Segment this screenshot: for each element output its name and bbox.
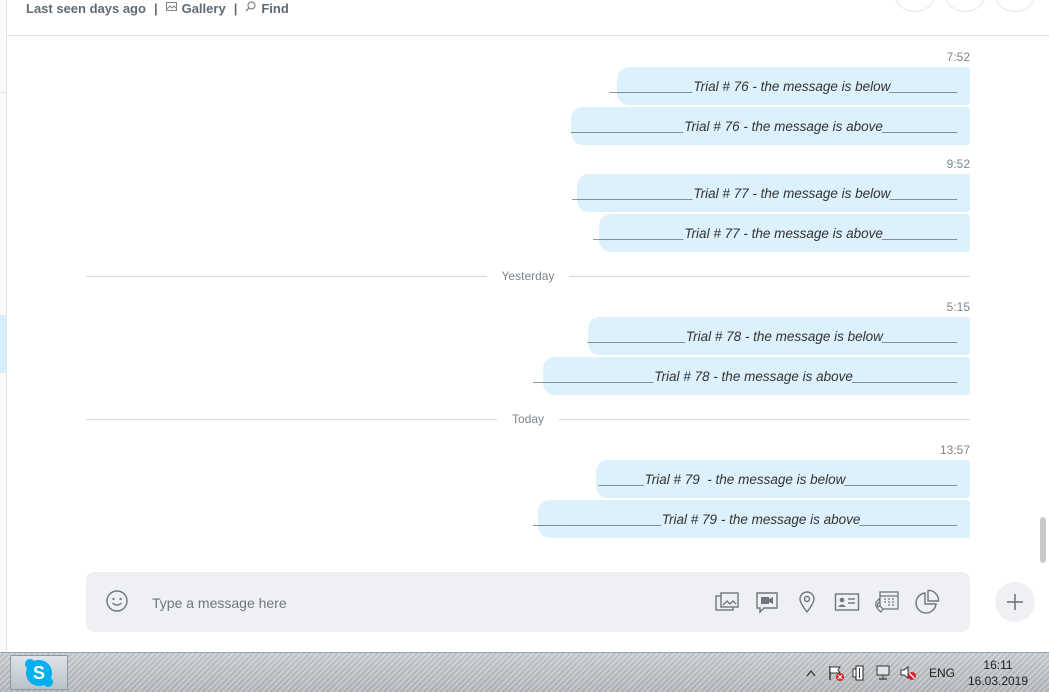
header-info-row: Last seen days ago | Gallery | Find	[26, 0, 289, 16]
volume-muted-icon[interactable]	[899, 653, 917, 692]
media-gallery-icon[interactable]	[714, 589, 740, 615]
message-input[interactable]	[150, 592, 674, 614]
search-icon	[245, 1, 256, 15]
network-icon[interactable]	[875, 653, 893, 692]
message-timestamp: 9:52	[946, 157, 970, 171]
message-bubble[interactable]: ______Trial # 79 - the message is below_…	[596, 460, 970, 498]
contact-card-icon[interactable]	[834, 589, 860, 615]
scrollbar-thumb[interactable]	[1040, 517, 1046, 563]
video-message-icon[interactable]	[754, 589, 780, 615]
message-bubble[interactable]: _________________Trial # 79 - the messag…	[534, 500, 970, 538]
message-timestamp: 13:57	[939, 443, 970, 457]
sidebar-edge	[0, 0, 7, 652]
message-bubble[interactable]: ____________Trial # 77 - the message is …	[594, 214, 970, 252]
date-divider-label: Yesterday	[501, 269, 555, 283]
message-bubble[interactable]: _____________Trial # 78 - the message is…	[588, 317, 970, 355]
header-call-button[interactable]	[895, 0, 935, 12]
skype-logo-icon: S	[25, 658, 53, 687]
add-more-button[interactable]	[995, 582, 1035, 622]
windows-taskbar: S ENG 16:11 16.03.2019	[0, 652, 1049, 692]
message-timestamp: 7:52	[946, 50, 970, 64]
message-bubble[interactable]: ________________Trial # 78 - the message…	[534, 357, 970, 395]
plus-icon	[1007, 594, 1023, 610]
sidebar-divider	[0, 92, 6, 93]
location-icon[interactable]	[794, 589, 820, 615]
message-bubble[interactable]: ___________Trial # 76 - the message is b…	[611, 67, 970, 105]
header-add-people-button[interactable]	[995, 0, 1035, 12]
sidebar-active-item[interactable]	[0, 315, 6, 373]
schedule-call-icon[interactable]	[874, 589, 900, 615]
skype-taskbar-button[interactable]: S	[10, 655, 68, 690]
gallery-icon	[165, 2, 177, 14]
clock-date: 16.03.2019	[967, 674, 1029, 688]
find-link[interactable]: Find	[261, 1, 288, 16]
date-divider: Today	[86, 412, 970, 426]
message-bubble[interactable]: ________________Trial # 77 - the message…	[573, 174, 970, 212]
message-timestamp: 5:15	[946, 300, 970, 314]
last-seen-status: Last seen days ago	[26, 0, 146, 16]
conversation-header: Last seen days ago | Gallery | Find	[7, 0, 1049, 36]
clock-time: 16:11	[983, 658, 1013, 672]
tray-expand-icon[interactable]	[806, 653, 816, 692]
svg-text:S: S	[33, 663, 45, 683]
date-divider-label: Today	[511, 412, 545, 426]
header-separator: |	[233, 0, 238, 16]
gallery-link[interactable]: Gallery	[182, 1, 226, 16]
emoji-icon[interactable]	[106, 590, 128, 612]
action-center-flag-icon[interactable]	[827, 653, 845, 692]
usb-device-icon[interactable]	[851, 653, 869, 692]
system-clock[interactable]: 16:11 16.03.2019	[965, 657, 1031, 689]
language-indicator[interactable]: ENG	[929, 666, 955, 680]
header-separator: |	[153, 0, 158, 16]
date-divider: Yesterday	[86, 269, 970, 283]
compose-box	[86, 572, 970, 632]
header-video-button[interactable]	[945, 0, 985, 12]
message-bubble[interactable]: _______________Trial # 76 - the message …	[571, 107, 970, 145]
poll-icon[interactable]	[914, 589, 940, 615]
